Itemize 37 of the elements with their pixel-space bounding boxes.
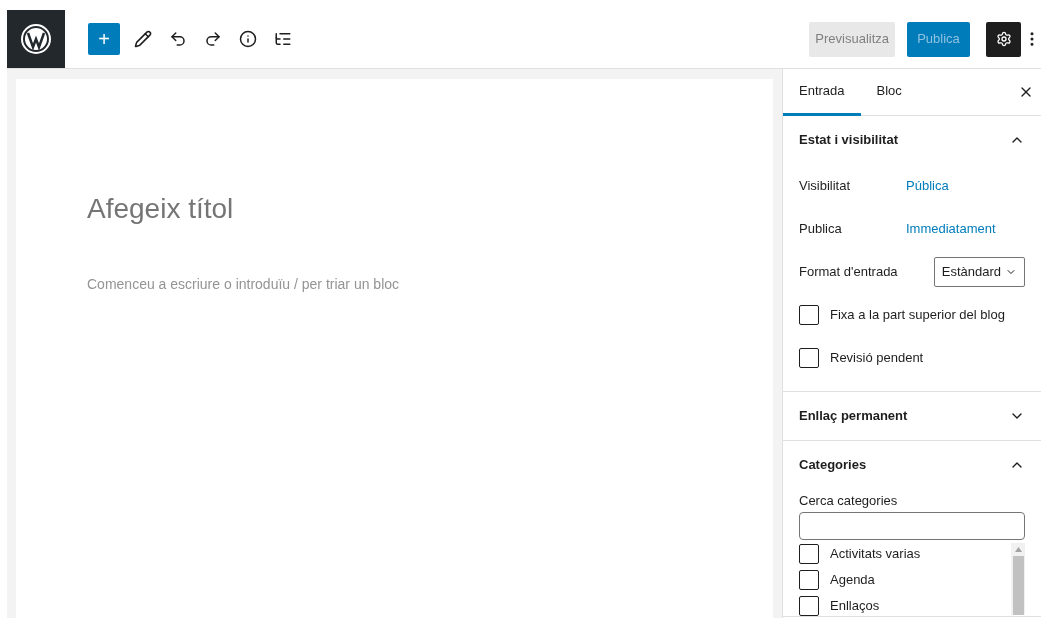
field-label: Publica xyxy=(799,219,843,238)
publish-button[interactable]: Publica xyxy=(907,21,970,57)
checkbox-label: Revisió pendent xyxy=(830,348,924,367)
settings-button[interactable] xyxy=(986,21,1021,57)
redo-icon[interactable] xyxy=(204,30,222,48)
sidebar-tab[interactable]: Entrada xyxy=(783,68,861,116)
panel-header[interactable]: Enllaç permanent xyxy=(783,392,1041,440)
checkbox[interactable] xyxy=(799,569,819,590)
scrollbar[interactable] xyxy=(1011,542,1025,615)
panel-header[interactable]: Estat i visibilitat xyxy=(783,116,1041,164)
preview-button[interactable]: Previsualitza xyxy=(809,21,895,57)
add-block-button[interactable]: + xyxy=(88,23,120,55)
block-placeholder[interactable]: Comenceu a escriure o introduïu / per triar un bloc xyxy=(87,274,773,295)
checkbox[interactable] xyxy=(799,543,819,564)
pencil-icon[interactable] xyxy=(134,30,152,48)
title-field[interactable]: Afegeix títol xyxy=(87,191,773,227)
undo-icon[interactable] xyxy=(169,30,187,48)
settings-icon xyxy=(995,31,1012,47)
field-label: Visibilitat xyxy=(799,176,852,195)
setting-link[interactable]: Immediatament xyxy=(906,218,996,239)
checkbox-label: Enllaços xyxy=(830,596,880,615)
checkbox[interactable] xyxy=(799,347,819,368)
checkbox-label: Agenda xyxy=(830,570,875,589)
panel-header[interactable]: Categories xyxy=(783,441,1041,489)
search-field[interactable] xyxy=(799,511,1025,540)
checkbox-label: Fixa a la part superior del blog xyxy=(830,305,1005,324)
checkbox[interactable] xyxy=(799,595,819,616)
checkbox[interactable] xyxy=(799,304,819,325)
info-icon[interactable] xyxy=(239,30,257,48)
sidebar-tab[interactable]: Bloc xyxy=(860,68,918,116)
format-select[interactable]: Estàndard xyxy=(933,256,1025,287)
field-label: Cerca categories xyxy=(799,492,899,510)
setting-link[interactable]: Pública xyxy=(906,175,949,196)
list-view-icon[interactable] xyxy=(274,30,292,48)
checkbox-label: Activitats varias xyxy=(830,544,921,563)
field-label: Format d'entrada xyxy=(799,262,898,281)
logo-icon[interactable] xyxy=(7,10,65,68)
